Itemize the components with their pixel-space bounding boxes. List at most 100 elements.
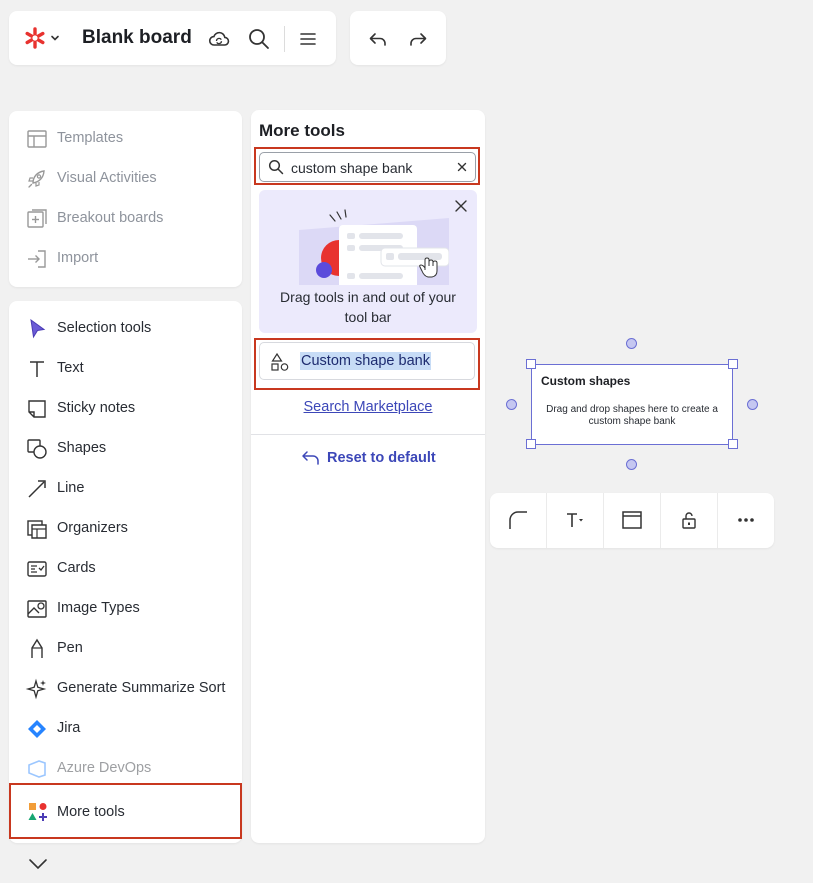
divider xyxy=(251,434,485,435)
shapes-icon xyxy=(270,352,290,372)
tool-label: Cards xyxy=(57,560,96,576)
tool-generate-summarize-sort[interactable]: Generate Summarize Sort xyxy=(9,669,242,709)
reset-label: Reset to default xyxy=(327,450,436,466)
toolbar-tip-card: Drag tools in and out of your tool bar xyxy=(259,190,477,333)
shape-title: Custom shapes xyxy=(541,374,631,388)
sidebar-item-breakout-boards[interactable]: Breakout boards xyxy=(9,199,242,239)
search-field[interactable] xyxy=(259,152,476,182)
chevron-down-icon[interactable] xyxy=(27,855,49,873)
cloud-sync-icon[interactable] xyxy=(207,27,231,51)
search-marketplace-link[interactable]: Search Marketplace xyxy=(251,399,485,415)
app-logo-icon[interactable] xyxy=(24,27,46,49)
chevron-down-icon[interactable] xyxy=(49,32,61,44)
tool-line[interactable]: Line xyxy=(9,469,242,509)
templates-icon xyxy=(25,127,49,151)
container-style-button[interactable] xyxy=(604,493,661,548)
tool-label: Pen xyxy=(57,640,83,656)
shape-context-toolbar xyxy=(490,493,774,548)
tip-text: Drag tools in and out of your tool bar xyxy=(280,289,456,325)
sidebar-item-label: Visual Activities xyxy=(57,170,157,186)
tool-text[interactable]: Text xyxy=(9,349,242,389)
container-icon xyxy=(622,511,642,529)
custom-shapes-container[interactable]: Custom shapes Drag and drop shapes here … xyxy=(531,364,733,445)
connector-handle-right[interactable] xyxy=(747,399,758,410)
sidebar-item-label: Breakout boards xyxy=(57,210,164,226)
sidebar-item-visual-activities[interactable]: Visual Activities xyxy=(9,159,242,199)
sidebar-item-label: Templates xyxy=(57,130,124,146)
search-icon[interactable] xyxy=(247,27,271,51)
result-label: Custom shape bank xyxy=(300,352,431,370)
tool-sticky-notes[interactable]: Sticky notes xyxy=(9,389,242,429)
tool-label: Sticky notes xyxy=(57,400,136,416)
breakout-icon xyxy=(25,207,49,231)
sparkle-icon xyxy=(25,677,49,701)
image-icon xyxy=(25,597,49,621)
more-tools-icon xyxy=(27,801,49,823)
panel-title: More tools xyxy=(259,121,345,140)
search-icon xyxy=(268,159,284,175)
cards-icon xyxy=(25,557,49,581)
tool-pen[interactable]: Pen xyxy=(9,629,242,669)
tool-selection[interactable]: Selection tools xyxy=(9,309,242,349)
text-format-icon xyxy=(567,513,583,527)
resize-handle-bottom-left[interactable] xyxy=(526,439,536,449)
connector-handle-top[interactable] xyxy=(626,338,637,349)
jira-icon xyxy=(25,717,49,741)
shape-description: Drag and drop shapes here to create a cu… xyxy=(546,404,718,427)
resize-handle-top-left[interactable] xyxy=(526,359,536,369)
tools-panel: Selection tools Text Sticky notes Shapes… xyxy=(9,301,242,843)
undo-redo-bar xyxy=(350,11,446,65)
tool-cards[interactable]: Cards xyxy=(9,549,242,589)
reset-arrow-icon xyxy=(301,449,321,467)
rocket-icon xyxy=(25,167,49,191)
shapes-icon xyxy=(25,437,49,461)
tool-jira[interactable]: Jira xyxy=(9,709,242,749)
redo-icon[interactable] xyxy=(406,27,430,51)
sidebar-item-templates[interactable]: Templates xyxy=(9,119,242,159)
resize-handle-top-right[interactable] xyxy=(728,359,738,369)
more-tools-area: More tools xyxy=(9,775,242,883)
lock-button[interactable] xyxy=(661,493,718,548)
close-icon[interactable] xyxy=(456,161,468,173)
tool-label: Selection tools xyxy=(57,320,152,336)
hamburger-menu-icon[interactable] xyxy=(296,27,320,51)
more-options-button[interactable] xyxy=(718,493,775,548)
corner-radius-button[interactable] xyxy=(490,493,547,548)
drag-tools-illustration xyxy=(299,200,449,285)
tool-label: Jira xyxy=(57,720,81,736)
tool-label: Image Types xyxy=(57,600,140,616)
more-tools-button[interactable]: More tools xyxy=(9,783,242,839)
tool-image-types[interactable]: Image Types xyxy=(9,589,242,629)
tool-label: Generate Summarize Sort xyxy=(57,680,226,696)
corner-radius-icon xyxy=(509,511,527,529)
connector-handle-left[interactable] xyxy=(506,399,517,410)
board-resources-panel: Templates Visual Activities Breakout boa… xyxy=(9,111,242,287)
more-tools-panel: More tools custom shape bank Drag tools … xyxy=(251,110,485,843)
toolbar-divider xyxy=(284,26,285,52)
more-tools-label: More tools xyxy=(57,804,125,820)
pen-icon xyxy=(25,637,49,661)
sidebar-item-label: Import xyxy=(57,250,99,266)
tool-label: Shapes xyxy=(57,440,107,456)
tool-label: Azure DevOps xyxy=(57,760,152,776)
board-title[interactable]: Blank board xyxy=(82,27,192,49)
cursor-icon xyxy=(25,317,49,341)
text-icon xyxy=(25,357,49,381)
tool-organizers[interactable]: Organizers xyxy=(9,509,242,549)
text-format-button[interactable] xyxy=(547,493,604,548)
tool-label: Organizers xyxy=(57,520,128,536)
import-icon xyxy=(25,247,49,271)
undo-icon[interactable] xyxy=(366,27,390,51)
line-icon xyxy=(25,477,49,501)
tool-shapes[interactable]: Shapes xyxy=(9,429,242,469)
close-icon[interactable] xyxy=(454,199,468,213)
search-input[interactable] xyxy=(291,158,451,178)
organizers-icon xyxy=(25,517,49,541)
sidebar-item-import[interactable]: Import xyxy=(9,239,242,279)
resize-handle-bottom-right[interactable] xyxy=(728,439,738,449)
unlock-icon xyxy=(682,512,696,529)
top-toolbar: Blank board xyxy=(9,11,336,65)
custom-shape-bank-result[interactable]: Custom shape bank xyxy=(259,342,475,380)
connector-handle-bottom[interactable] xyxy=(626,459,637,470)
reset-to-default-button[interactable]: Reset to default xyxy=(301,449,436,467)
